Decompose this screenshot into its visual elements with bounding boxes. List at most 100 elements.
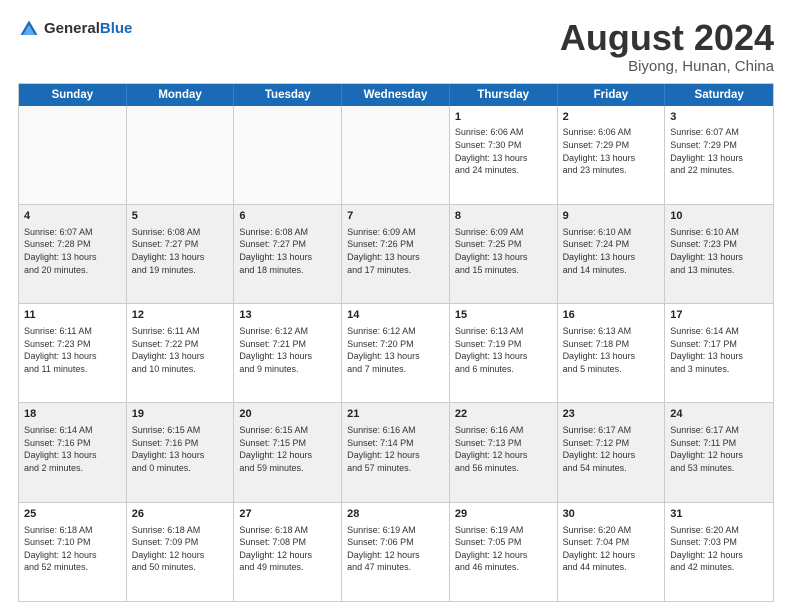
week-row-2: 4 Sunrise: 6:07 AM Sunset: 7:28 PM Daylig… xyxy=(19,204,773,303)
table-row: 11 Sunrise: 6:11 AM Sunset: 7:23 PM Dayli… xyxy=(19,304,127,402)
table-row: 9 Sunrise: 6:10 AM Sunset: 7:24 PM Daylig… xyxy=(558,205,666,303)
table-row: 10 Sunrise: 6:10 AM Sunset: 7:23 PM Dayli… xyxy=(665,205,773,303)
header-day-monday: Monday xyxy=(127,84,235,106)
logo-text: GeneralBlue xyxy=(44,20,132,38)
calendar-body: 1Sunrise: 6:06 AM Sunset: 7:30 PM Daylig… xyxy=(19,106,773,601)
table-row: 13 Sunrise: 6:12 AM Sunset: 7:21 PM Dayli… xyxy=(234,304,342,402)
day-info: Sunrise: 6:09 AM Sunset: 7:26 PM Dayligh… xyxy=(347,226,444,276)
day-number: 24 xyxy=(670,407,768,422)
day-number: 13 xyxy=(239,308,336,323)
table-row: 3Sunrise: 6:07 AM Sunset: 7:29 PM Daylig… xyxy=(665,106,773,204)
header-day-thursday: Thursday xyxy=(450,84,558,106)
logo: GeneralBlue xyxy=(18,18,132,40)
page: GeneralBlue August 2024 Biyong, Hunan, C… xyxy=(0,0,792,612)
day-number: 4 xyxy=(24,209,121,224)
week-row-1: 1Sunrise: 6:06 AM Sunset: 7:30 PM Daylig… xyxy=(19,106,773,204)
table-row: 20Sunrise: 6:15 AM Sunset: 7:15 PM Dayli… xyxy=(234,403,342,501)
day-number: 3 xyxy=(670,110,768,125)
table-row: 28Sunrise: 6:19 AM Sunset: 7:06 PM Dayli… xyxy=(342,503,450,601)
table-row: 12 Sunrise: 6:11 AM Sunset: 7:22 PM Dayli… xyxy=(127,304,235,402)
week-row-3: 11 Sunrise: 6:11 AM Sunset: 7:23 PM Dayli… xyxy=(19,303,773,402)
day-number: 28 xyxy=(347,507,444,522)
day-number: 23 xyxy=(563,407,660,422)
day-number: 22 xyxy=(455,407,552,422)
day-number: 25 xyxy=(24,507,121,522)
day-number: 26 xyxy=(132,507,229,522)
day-number: 10 xyxy=(670,209,768,224)
day-number: 29 xyxy=(455,507,552,522)
day-info: Sunrise: 6:15 AM Sunset: 7:16 PM Dayligh… xyxy=(132,424,229,474)
table-row: 29 Sunrise: 6:19 AM Sunset: 7:05 PM Dayli… xyxy=(450,503,558,601)
table-row: 16 Sunrise: 6:13 AM Sunset: 7:18 PM Dayli… xyxy=(558,304,666,402)
table-row xyxy=(234,106,342,204)
table-row: 15Sunrise: 6:13 AM Sunset: 7:19 PM Dayli… xyxy=(450,304,558,402)
table-row: 14 Sunrise: 6:12 AM Sunset: 7:20 PM Dayli… xyxy=(342,304,450,402)
table-row: 21 Sunrise: 6:16 AM Sunset: 7:14 PM Dayli… xyxy=(342,403,450,501)
table-row: 8 Sunrise: 6:09 AM Sunset: 7:25 PM Daylig… xyxy=(450,205,558,303)
table-row: 22Sunrise: 6:16 AM Sunset: 7:13 PM Dayli… xyxy=(450,403,558,501)
title-month: August 2024 xyxy=(560,18,774,58)
title-block: August 2024 Biyong, Hunan, China xyxy=(560,18,774,75)
day-number: 7 xyxy=(347,209,444,224)
day-number: 20 xyxy=(239,407,336,422)
table-row: 24 Sunrise: 6:17 AM Sunset: 7:11 PM Dayli… xyxy=(665,403,773,501)
day-number: 12 xyxy=(132,308,229,323)
table-row: 5Sunrise: 6:08 AM Sunset: 7:27 PM Daylig… xyxy=(127,205,235,303)
day-info: Sunrise: 6:10 AM Sunset: 7:23 PM Dayligh… xyxy=(670,226,768,276)
day-number: 16 xyxy=(563,308,660,323)
calendar: SundayMondayTuesdayWednesdayThursdayFrid… xyxy=(18,83,774,602)
day-info: Sunrise: 6:13 AM Sunset: 7:19 PM Dayligh… xyxy=(455,325,552,375)
table-row: 26 Sunrise: 6:18 AM Sunset: 7:09 PM Dayli… xyxy=(127,503,235,601)
day-info: Sunrise: 6:12 AM Sunset: 7:20 PM Dayligh… xyxy=(347,325,444,375)
day-info: Sunrise: 6:19 AM Sunset: 7:05 PM Dayligh… xyxy=(455,524,552,574)
table-row: 6 Sunrise: 6:08 AM Sunset: 7:27 PM Daylig… xyxy=(234,205,342,303)
header: GeneralBlue August 2024 Biyong, Hunan, C… xyxy=(18,18,774,75)
day-info: Sunrise: 6:17 AM Sunset: 7:11 PM Dayligh… xyxy=(670,424,768,474)
day-info: Sunrise: 6:16 AM Sunset: 7:14 PM Dayligh… xyxy=(347,424,444,474)
day-number: 9 xyxy=(563,209,660,224)
table-row: 18 Sunrise: 6:14 AM Sunset: 7:16 PM Dayli… xyxy=(19,403,127,501)
day-info: Sunrise: 6:14 AM Sunset: 7:16 PM Dayligh… xyxy=(24,424,121,474)
day-info: Sunrise: 6:10 AM Sunset: 7:24 PM Dayligh… xyxy=(563,226,660,276)
day-info: Sunrise: 6:18 AM Sunset: 7:10 PM Dayligh… xyxy=(24,524,121,574)
table-row: 25 Sunrise: 6:18 AM Sunset: 7:10 PM Dayli… xyxy=(19,503,127,601)
day-number: 18 xyxy=(24,407,121,422)
day-number: 11 xyxy=(24,308,121,323)
day-info: Sunrise: 6:07 AM Sunset: 7:28 PM Dayligh… xyxy=(24,226,121,276)
day-number: 17 xyxy=(670,308,768,323)
table-row: 23Sunrise: 6:17 AM Sunset: 7:12 PM Dayli… xyxy=(558,403,666,501)
day-info: Sunrise: 6:11 AM Sunset: 7:23 PM Dayligh… xyxy=(24,325,121,375)
logo-general: General xyxy=(44,20,100,37)
day-number: 8 xyxy=(455,209,552,224)
day-info: Sunrise: 6:14 AM Sunset: 7:17 PM Dayligh… xyxy=(670,325,768,375)
day-number: 2 xyxy=(563,110,660,125)
table-row: 7 Sunrise: 6:09 AM Sunset: 7:26 PM Daylig… xyxy=(342,205,450,303)
logo-icon xyxy=(18,18,40,40)
day-info: Sunrise: 6:09 AM Sunset: 7:25 PM Dayligh… xyxy=(455,226,552,276)
day-info: Sunrise: 6:08 AM Sunset: 7:27 PM Dayligh… xyxy=(132,226,229,276)
day-info: Sunrise: 6:11 AM Sunset: 7:22 PM Dayligh… xyxy=(132,325,229,375)
day-number: 31 xyxy=(670,507,768,522)
day-info: Sunrise: 6:07 AM Sunset: 7:29 PM Dayligh… xyxy=(670,126,768,176)
table-row: 27Sunrise: 6:18 AM Sunset: 7:08 PM Dayli… xyxy=(234,503,342,601)
logo-blue: Blue xyxy=(100,20,133,37)
week-row-4: 18 Sunrise: 6:14 AM Sunset: 7:16 PM Dayli… xyxy=(19,402,773,501)
day-number: 6 xyxy=(239,209,336,224)
day-info: Sunrise: 6:06 AM Sunset: 7:29 PM Dayligh… xyxy=(563,126,660,176)
table-row xyxy=(127,106,235,204)
day-info: Sunrise: 6:12 AM Sunset: 7:21 PM Dayligh… xyxy=(239,325,336,375)
day-info: Sunrise: 6:06 AM Sunset: 7:30 PM Dayligh… xyxy=(455,126,552,176)
header-day-saturday: Saturday xyxy=(665,84,773,106)
day-info: Sunrise: 6:13 AM Sunset: 7:18 PM Dayligh… xyxy=(563,325,660,375)
day-number: 1 xyxy=(455,110,552,125)
day-number: 14 xyxy=(347,308,444,323)
day-info: Sunrise: 6:18 AM Sunset: 7:09 PM Dayligh… xyxy=(132,524,229,574)
header-day-friday: Friday xyxy=(558,84,666,106)
table-row: 19Sunrise: 6:15 AM Sunset: 7:16 PM Dayli… xyxy=(127,403,235,501)
day-number: 27 xyxy=(239,507,336,522)
day-number: 30 xyxy=(563,507,660,522)
day-number: 21 xyxy=(347,407,444,422)
table-row: 17 Sunrise: 6:14 AM Sunset: 7:17 PM Dayli… xyxy=(665,304,773,402)
day-info: Sunrise: 6:08 AM Sunset: 7:27 PM Dayligh… xyxy=(239,226,336,276)
week-row-5: 25 Sunrise: 6:18 AM Sunset: 7:10 PM Dayli… xyxy=(19,502,773,601)
